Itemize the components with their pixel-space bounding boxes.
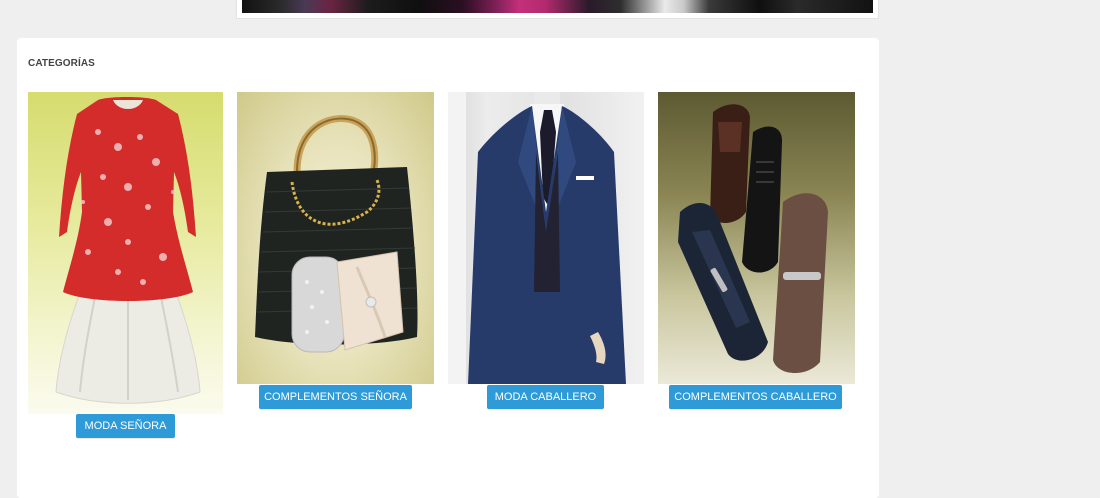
categories-title: CATEGORÍAS — [28, 58, 95, 69]
category-button-complementos-senora[interactable]: COMPLEMENTOS SEÑORA — [259, 385, 412, 409]
dress-image[interactable] — [28, 92, 223, 414]
category-button-moda-caballero[interactable]: MODA CABALLERO — [487, 385, 604, 409]
category-button-moda-senora[interactable]: MODA SEÑORA — [76, 414, 175, 438]
shoes-image[interactable] — [658, 92, 855, 384]
top-banner — [236, 0, 879, 19]
categories-panel: CATEGORÍAS MODA SEÑORA COMPLEMENTOS SEÑO… — [17, 38, 879, 498]
suit-image[interactable] — [448, 92, 644, 384]
category-button-complementos-caballero[interactable]: COMPLEMENTOS CABALLERO — [669, 385, 842, 409]
top-banner-image — [242, 0, 873, 13]
handbag-image[interactable] — [237, 92, 434, 384]
